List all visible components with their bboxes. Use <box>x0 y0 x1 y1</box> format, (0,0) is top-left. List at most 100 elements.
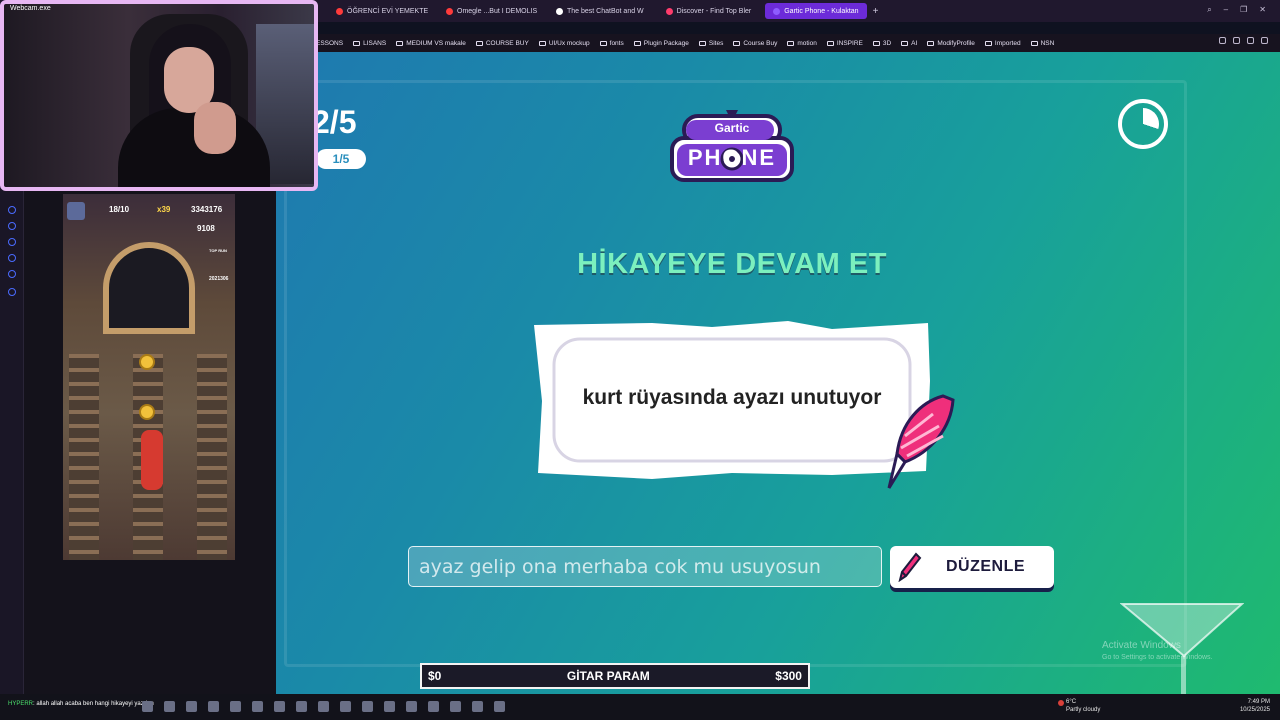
tab-discover[interactable]: Discover - Find Top Bler <box>658 3 760 19</box>
settings-icon[interactable] <box>8 288 16 296</box>
extension-icon[interactable] <box>1247 37 1254 44</box>
minimize-icon[interactable]: – <box>1224 5 1228 15</box>
webcam-overlay: Webcam.exe <box>0 0 318 191</box>
bookmark-folder[interactable]: MEDIUM VS makale <box>396 40 466 47</box>
tab-label: Discover - Find Top Bler <box>676 7 752 15</box>
app-icon[interactable] <box>384 701 395 712</box>
app-icon[interactable] <box>164 701 175 712</box>
sidebar-icon[interactable] <box>8 254 16 262</box>
chat-username: HYPERR <box>8 701 34 707</box>
folder-icon <box>1030 40 1038 46</box>
extension-icon[interactable] <box>1219 37 1226 44</box>
app-icon[interactable] <box>296 701 307 712</box>
sidebar-icon[interactable] <box>8 238 16 246</box>
quill-icon <box>887 394 955 489</box>
sidebar-icon[interactable] <box>8 270 16 278</box>
extension-icon[interactable] <box>1233 37 1240 44</box>
bookmark-folder[interactable]: ESSONS <box>316 40 343 47</box>
app-icon[interactable] <box>186 701 197 712</box>
folder-icon <box>901 40 909 46</box>
edit-button[interactable]: DÜZENLE <box>890 546 1054 588</box>
clock-date: 10/25/2025 <box>1239 707 1270 713</box>
bookmark-folder[interactable]: COURSE BUY <box>475 39 529 47</box>
hud-rank: TOP RUN <box>209 248 227 253</box>
bookmark-folder[interactable]: fonts <box>599 40 624 47</box>
mobile-game-overlay: 18/10 x39 3343176 9108 TOP RUN 2021306 <box>63 194 235 560</box>
bookmark-folder[interactable]: UI/Ux mockup <box>538 39 590 47</box>
tab-ogrenci[interactable]: ÖĞRENCİ EVİ YEMEKTE <box>328 3 432 19</box>
hud-score: 3343176 <box>191 205 223 214</box>
app-icon[interactable] <box>340 701 351 712</box>
bookmark-folder[interactable]: INSPIRE <box>826 39 863 47</box>
pause-button[interactable] <box>67 202 85 220</box>
tab-omegle[interactable]: Omegle ...But I DEMOLIS <box>438 3 542 19</box>
folder-icon <box>733 40 741 46</box>
hud-rank-score: 2021306 <box>209 276 229 282</box>
bookmark-label: INSPIRE <box>836 39 863 47</box>
bookmark-folder[interactable]: Course Buy <box>733 40 777 47</box>
bookmark-label: UI/Ux mockup <box>548 39 590 47</box>
bookmark-folder[interactable]: NSN <box>1030 40 1054 47</box>
app-icon[interactable] <box>494 701 505 712</box>
app-icon[interactable] <box>252 701 263 712</box>
maximize-icon[interactable]: ❐ <box>1240 5 1247 15</box>
gartic-phone-game: 2/5 1/5 Gartic PHONE HİKAYEYE DEVAM ET k… <box>276 52 1280 694</box>
folder-icon <box>599 40 607 46</box>
logo-text-gartic: Gartic <box>714 121 750 135</box>
bookmark-folder[interactable]: motion <box>787 40 817 47</box>
app-icon[interactable] <box>362 701 373 712</box>
folder-icon <box>538 40 546 46</box>
youtube-icon <box>446 7 453 15</box>
round-counter: 2/5 <box>312 104 357 140</box>
new-tab-button[interactable]: + <box>873 6 879 17</box>
tab-label: The best ChatBot and W <box>567 7 644 15</box>
martini-glass-icon <box>1120 603 1244 694</box>
bookmark-folder[interactable]: Imported <box>984 40 1021 47</box>
extension-icon[interactable] <box>1261 37 1268 44</box>
weather-icon <box>1058 700 1064 706</box>
sidebar-icon[interactable] <box>8 222 16 230</box>
app-icon[interactable] <box>230 701 241 712</box>
timer-progress <box>1127 108 1159 140</box>
window-controls: ⌕ – ❐ ✕ <box>1207 5 1266 15</box>
weather-widget[interactable]: 6°C Partly cloudy <box>1058 698 1101 714</box>
sidebar-icon[interactable] <box>8 206 16 214</box>
hud-multiplier: x39 <box>157 205 171 214</box>
close-icon[interactable]: ✕ <box>1259 5 1266 15</box>
tab-chatbot[interactable]: The best ChatBot and W <box>548 3 652 19</box>
bookmark-folder[interactable]: Plugin Package <box>633 40 689 47</box>
app-icon[interactable] <box>428 701 439 712</box>
rail-track <box>197 354 227 560</box>
app-icon[interactable] <box>318 701 329 712</box>
bookmark-folder[interactable]: AI <box>901 40 917 47</box>
bookmark-folder[interactable]: ModifyProfile <box>927 40 975 47</box>
app-icon[interactable] <box>208 701 219 712</box>
folder-icon <box>396 40 404 46</box>
app-icon[interactable] <box>450 701 461 712</box>
gartic-icon <box>773 7 781 15</box>
youtube-icon <box>336 7 343 15</box>
app-icon[interactable] <box>406 701 417 712</box>
bookmark-label: motion <box>797 39 817 47</box>
tab-gartic-phone[interactable]: Gartic Phone - Kulaktan <box>765 3 867 19</box>
bookmark-folder[interactable]: 3D <box>872 40 891 47</box>
folder-icon <box>787 40 795 46</box>
hud-time: 18/10 <box>109 205 130 214</box>
goal-end: $300 <box>775 669 802 683</box>
story-input[interactable] <box>408 546 882 587</box>
weather-desc: Partly cloudy <box>1066 707 1101 713</box>
story-text: kurt rüyasında ayazı unutuyor <box>582 386 882 409</box>
clock-time: 7:49 PM <box>1247 699 1270 705</box>
app-icon[interactable] <box>142 701 153 712</box>
bookmark-folder[interactable]: LISANS <box>353 40 386 47</box>
app-icon[interactable] <box>472 701 483 712</box>
coin-icon <box>139 404 155 420</box>
bookmark-label: ESSONS <box>316 39 344 47</box>
app-icon[interactable] <box>274 701 285 712</box>
search-icon[interactable]: ⌕ <box>1207 5 1211 15</box>
bookmark-label: COURSE BUY <box>485 39 529 47</box>
tab-label: ÖĞRENCİ EVİ YEMEKTE <box>347 7 429 15</box>
system-clock[interactable]: 7:49 PM 10/25/2025 <box>1240 698 1270 714</box>
taskbar: HYPERR: allah allah acaba ben hangi hika… <box>0 694 1280 720</box>
bookmark-folder[interactable]: Sites <box>698 40 723 47</box>
